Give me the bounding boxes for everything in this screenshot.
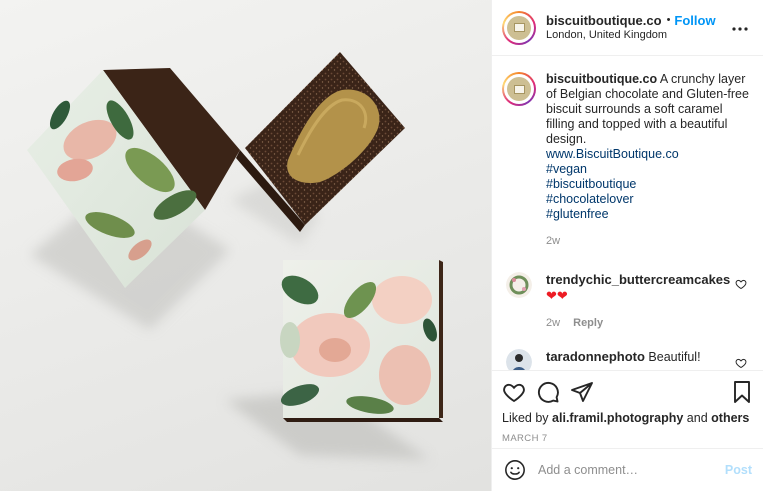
liked-by-user[interactable]: ali.framil.photography <box>552 411 683 425</box>
post-comment-button[interactable]: Post <box>725 463 752 477</box>
hashtag-chocolatelover[interactable]: #chocolatelover <box>546 192 751 207</box>
comment-input[interactable] <box>538 463 725 477</box>
heart-icon[interactable] <box>502 380 526 404</box>
post-date[interactable]: MARCH 7 <box>502 433 754 444</box>
action-bar: Liked by ali.framil.photography and othe… <box>492 370 763 444</box>
add-comment-bar: Post <box>492 448 763 491</box>
logo-box <box>513 84 525 94</box>
caption-body: biscuitboutique.co A crunchy layer of Be… <box>546 72 751 249</box>
more-options-icon[interactable] <box>729 19 751 37</box>
comment-body: taradonnephoto Beautiful! <box>546 349 736 370</box>
liked-by-and: and <box>686 411 708 425</box>
bookmark-icon[interactable] <box>730 380 754 404</box>
liked-by: Liked by ali.framil.photography and othe… <box>502 411 754 425</box>
caption-link[interactable]: www.BiscuitBoutique.co <box>546 147 751 162</box>
brand-logo-icon <box>507 77 531 101</box>
post-sidebar: biscuitboutique.co • Follow London, Unit… <box>491 0 763 491</box>
caption-username[interactable]: biscuitboutique.co <box>546 72 657 86</box>
avatar-frame <box>504 74 534 104</box>
follow-button[interactable]: Follow <box>674 13 715 28</box>
post-header: biscuitboutique.co • Follow London, Unit… <box>492 0 763 56</box>
share-icon[interactable] <box>570 380 594 404</box>
comment-icon[interactable] <box>536 380 560 404</box>
separator-dot: • <box>666 13 671 26</box>
more-dots-svg <box>732 26 748 31</box>
hashtag-biscuitboutique[interactable]: #biscuitboutique <box>546 177 751 192</box>
comment-age: 2w <box>546 317 561 329</box>
comments-list[interactable]: biscuitboutique.co A crunchy layer of Be… <box>492 56 763 370</box>
reply-button[interactable]: Reply <box>573 317 603 329</box>
liked-by-prefix: Liked by <box>502 411 549 425</box>
author-avatar[interactable] <box>502 10 536 45</box>
header-text: biscuitboutique.co • Follow London, Unit… <box>546 13 729 43</box>
caption-avatar[interactable] <box>502 72 536 106</box>
post-photo-illustration <box>27 52 443 460</box>
avatar-wreath-svg <box>506 272 532 298</box>
comment-heart-icon[interactable] <box>735 278 747 290</box>
logo-box <box>513 23 525 32</box>
post-image[interactable] <box>0 0 491 491</box>
header-line: biscuitboutique.co • Follow <box>546 13 729 28</box>
commenter-username[interactable]: taradonnephoto <box>546 349 645 364</box>
post-location[interactable]: London, United Kingdom <box>546 28 729 43</box>
avatar-person-svg <box>506 349 532 370</box>
instagram-post: biscuitboutique.co • Follow London, Unit… <box>0 0 763 491</box>
hashtag-glutenfree[interactable]: #glutenfree <box>546 207 751 222</box>
comment-heart-icon[interactable] <box>735 357 747 369</box>
liked-by-others[interactable]: others <box>711 411 749 425</box>
commenter-avatar[interactable] <box>506 272 532 298</box>
hashtag-vegan[interactable]: #vegan <box>546 162 751 177</box>
author-username[interactable]: biscuitboutique.co <box>546 13 662 28</box>
comment-text: Beautiful! <box>648 350 701 364</box>
comment-item: trendychic_buttercreamcakes ❤❤ 2w Reply <box>502 272 751 331</box>
emoji-icon[interactable] <box>504 459 526 481</box>
action-icons <box>502 377 754 407</box>
brand-logo-icon <box>507 15 531 40</box>
avatar-frame <box>504 12 534 43</box>
caption: biscuitboutique.co A crunchy layer of Be… <box>502 72 751 249</box>
commenter-avatar[interactable] <box>506 349 532 370</box>
comment-item: taradonnephoto Beautiful! <box>502 349 751 370</box>
caption-age: 2w <box>546 235 561 247</box>
comment-meta: 2w Reply <box>546 315 736 331</box>
commenter-username[interactable]: trendychic_buttercreamcakes <box>546 272 730 287</box>
comment-text: ❤❤ <box>546 288 568 303</box>
comment-body: trendychic_buttercreamcakes ❤❤ 2w Reply <box>546 272 736 331</box>
